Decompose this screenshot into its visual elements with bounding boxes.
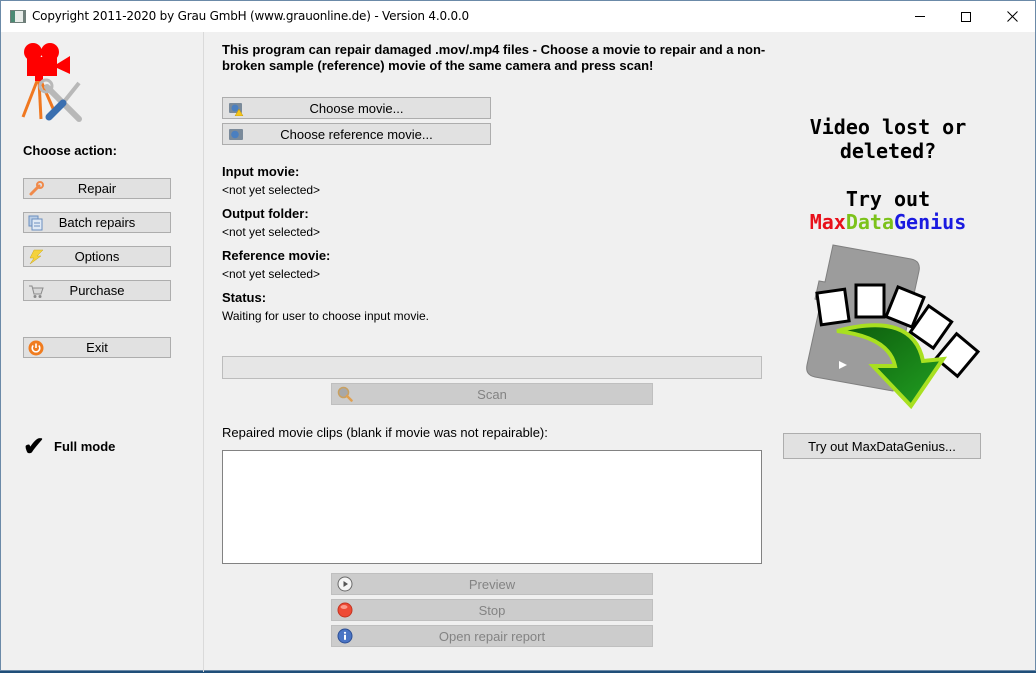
documents-icon: [28, 215, 43, 231]
preview-button[interactable]: Preview: [331, 573, 653, 595]
maximize-icon: [961, 11, 971, 22]
power-icon: [28, 340, 44, 356]
checkmark-icon: ✔: [23, 431, 45, 461]
status-label: Status:: [222, 290, 267, 305]
preview-label: Preview: [468, 576, 516, 592]
window-title: Copyright 2011-2020 by Grau GmbH (www.gr…: [32, 9, 469, 23]
minimize-icon: [915, 16, 925, 17]
promo-try-out: Try out: [845, 187, 931, 211]
app-icon: [10, 10, 26, 23]
scan-label: Scan: [477, 386, 507, 402]
output-folder-label: Output folder:: [222, 206, 309, 221]
choose-action-heading: Choose action:: [23, 143, 117, 158]
stop-label: Stop: [478, 602, 506, 618]
brand-max: Max: [809, 210, 846, 234]
promo-headline-line1: Video lost or: [809, 115, 967, 139]
reference-movie-label: Reference movie:: [222, 248, 331, 263]
reference-movie-value: <not yet selected>: [222, 267, 321, 281]
full-mode-indicator: ✔ Full mode: [23, 433, 115, 459]
lightning-icon: [29, 249, 44, 265]
camera-repair-logo-icon: [21, 43, 82, 122]
info-icon: [337, 628, 353, 644]
intro-text: This program can repair damaged .mov/.mp…: [222, 42, 766, 73]
scan-progress-bar: [222, 356, 762, 379]
options-label: Options: [74, 249, 120, 264]
full-mode-label: Full mode: [54, 438, 116, 454]
wrench-icon: [29, 181, 44, 196]
scan-button[interactable]: Scan: [331, 383, 653, 405]
promo-headline-line2: deleted?: [839, 139, 937, 163]
batch-repairs-label: Batch repairs: [58, 215, 136, 230]
repair-button[interactable]: Repair: [23, 178, 171, 199]
brand-genius: Genius: [894, 210, 967, 234]
exit-label: Exit: [86, 340, 108, 355]
app-window: Copyright 2011-2020 by Grau GmbH (www.gr…: [0, 0, 1036, 672]
memory-card-recovery-icon: [806, 244, 981, 410]
close-button[interactable]: [989, 1, 1035, 32]
camera-warning-icon: [229, 103, 244, 116]
repaired-clips-label: Repaired movie clips (blank if movie was…: [222, 425, 548, 440]
output-folder-value: <not yet selected>: [222, 225, 321, 239]
choose-reference-movie-button[interactable]: Choose reference movie...: [222, 123, 491, 145]
play-icon: [337, 576, 353, 592]
shopping-cart-icon: [29, 285, 44, 298]
options-button[interactable]: Options: [23, 246, 171, 267]
maximize-button[interactable]: [943, 1, 989, 32]
sidebar: Choose action: Repair Batch repairs Opti…: [1, 32, 204, 672]
title-bar: Copyright 2011-2020 by Grau GmbH (www.gr…: [1, 1, 1035, 32]
promo-headline: Video lost or deleted?: [781, 115, 995, 163]
brand-data: Data: [845, 210, 895, 234]
stop-button[interactable]: Stop: [331, 599, 653, 621]
status-value: Waiting for user to choose input movie.: [222, 309, 429, 323]
purchase-label: Purchase: [69, 283, 125, 298]
repair-label: Repair: [77, 181, 117, 196]
input-movie-label: Input movie:: [222, 164, 300, 179]
exit-button[interactable]: Exit: [23, 337, 171, 358]
choose-movie-button[interactable]: Choose movie...: [222, 97, 491, 119]
batch-repairs-button[interactable]: Batch repairs: [23, 212, 171, 233]
promo-brand: MaxDataGenius: [781, 210, 995, 234]
repaired-clips-list[interactable]: [222, 450, 762, 564]
magnifier-icon: [337, 386, 353, 402]
open-repair-report-button[interactable]: Open repair report: [331, 625, 653, 647]
minimize-button[interactable]: [897, 1, 943, 32]
try-maxdatagenius-button[interactable]: Try out MaxDataGenius...: [783, 433, 981, 459]
camera-icon: [229, 129, 243, 140]
choose-reference-movie-label: Choose reference movie...: [280, 126, 433, 142]
open-repair-report-label: Open repair report: [438, 628, 546, 644]
choose-movie-label: Choose movie...: [309, 100, 404, 116]
input-movie-value: <not yet selected>: [222, 183, 321, 197]
promo-panel: Video lost or deleted? Try out MaxDataGe…: [781, 32, 1035, 672]
purchase-button[interactable]: Purchase: [23, 280, 171, 301]
stop-icon: [337, 602, 353, 618]
close-icon: [1006, 11, 1018, 22]
main-panel: This program can repair damaged .mov/.mp…: [205, 32, 781, 672]
